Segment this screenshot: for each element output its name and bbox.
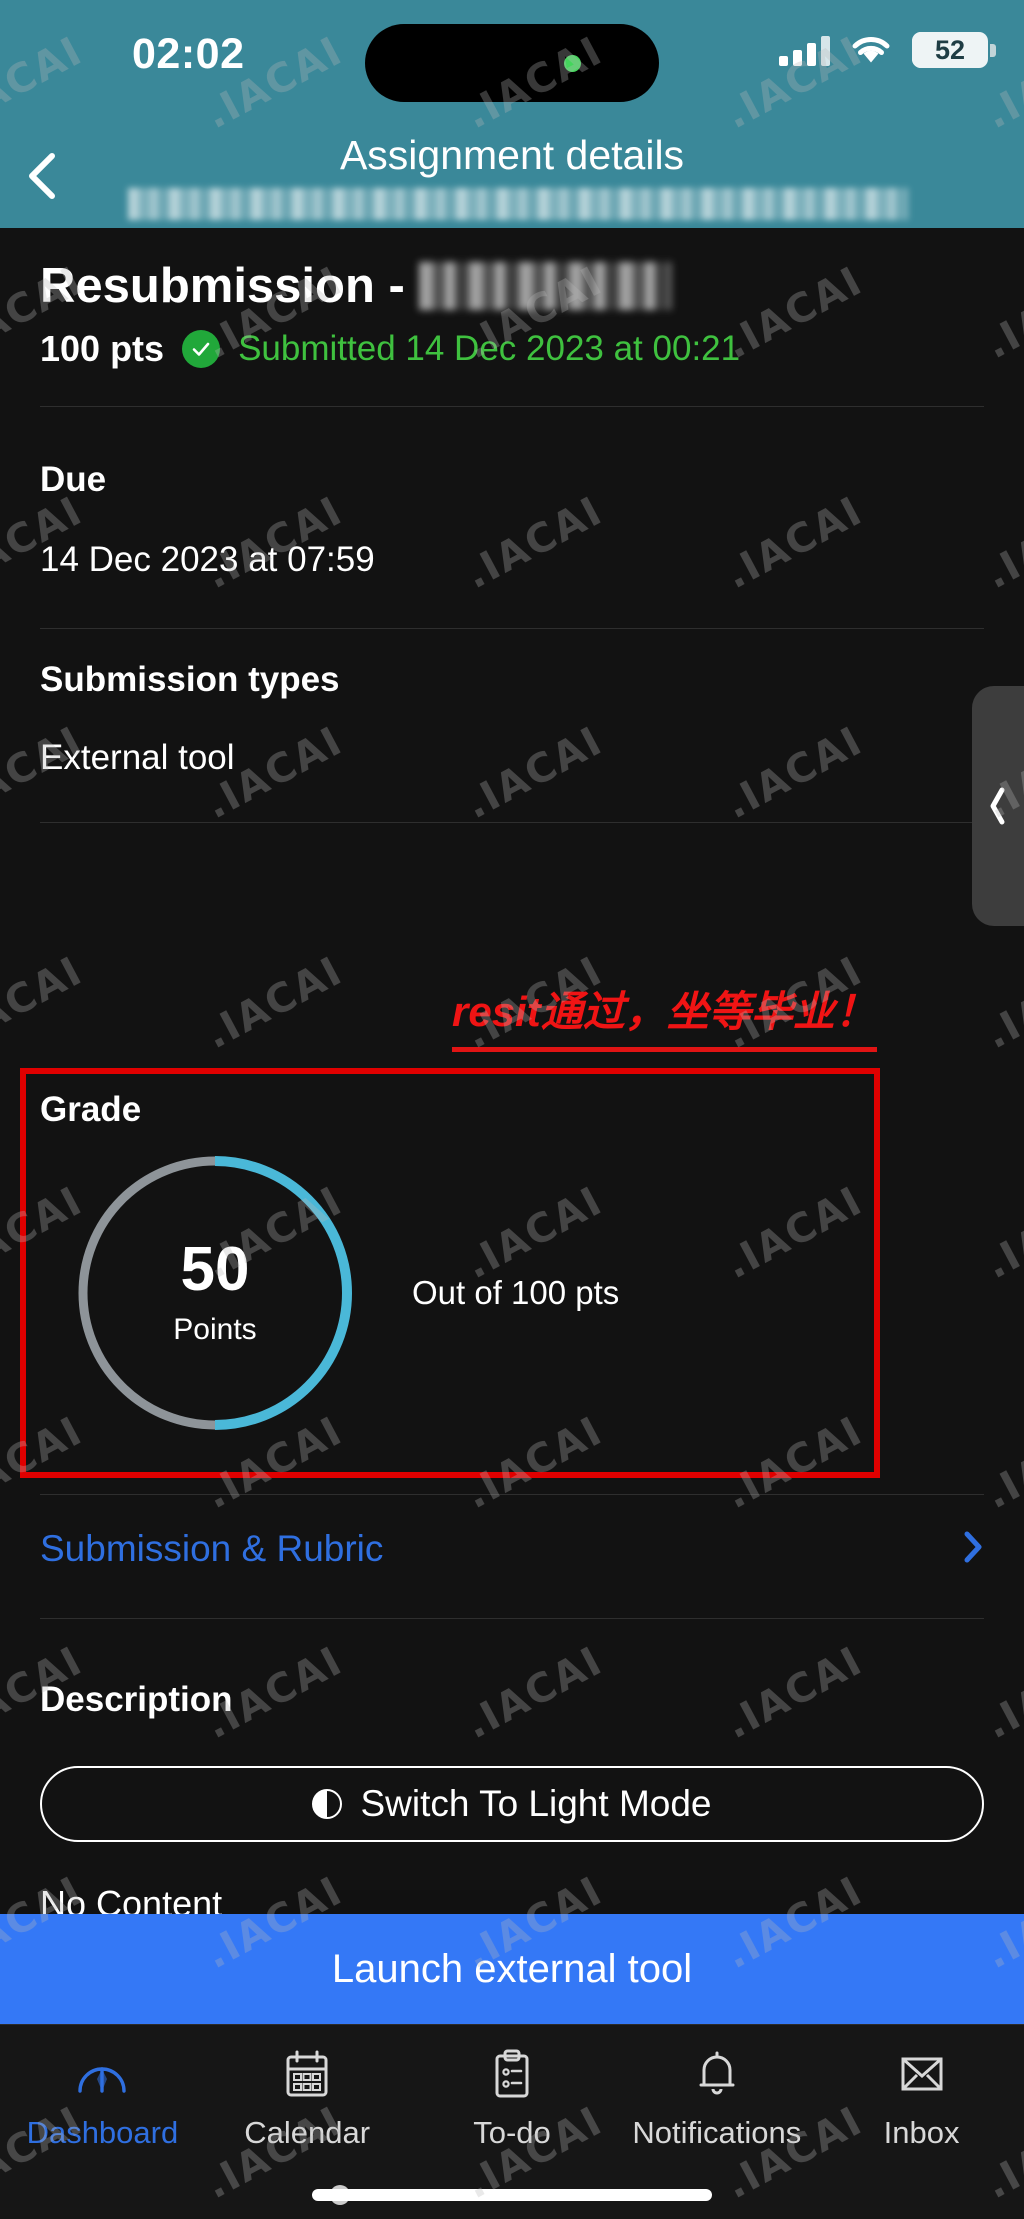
divider — [40, 822, 984, 823]
launch-external-tool-label: Launch external tool — [331, 1946, 693, 1991]
divider — [40, 1494, 984, 1495]
launch-external-tool-button[interactable]: Launch external tool — [0, 1914, 1024, 2024]
tab-inbox-label: Inbox — [883, 2115, 960, 2150]
tab-calendar[interactable]: Calendar — [205, 2045, 410, 2151]
cellular-bars-icon — [779, 34, 830, 66]
check-circle-icon — [182, 330, 221, 368]
divider — [40, 628, 984, 629]
status-bar-icons: 52 — [779, 32, 996, 68]
divider — [40, 1618, 984, 1619]
tab-dashboard[interactable]: Dashboard — [0, 2045, 205, 2151]
grade-label: Grade — [40, 1090, 142, 1129]
submission-rubric-row[interactable]: Submission & Rubric — [40, 1528, 984, 1570]
app-header: 02:02 52 Assignment details — [0, 0, 1024, 228]
tab-notifications[interactable]: Notifications — [614, 2045, 819, 2151]
status-bar: 02:02 52 — [0, 0, 1024, 102]
recording-indicator-dot — [564, 55, 581, 72]
submission-types-value: External tool — [40, 738, 235, 777]
home-indicator — [312, 2189, 712, 2201]
chevron-right-icon[interactable] — [962, 1529, 984, 1570]
grade-ring-chart: 50 Points — [70, 1148, 360, 1438]
submitted-status: Submitted 14 Dec 2023 at 00:21 — [238, 329, 741, 368]
due-value: 14 Dec 2023 at 07:59 — [40, 540, 375, 579]
assignment-meta-row: 100 pts Submitted 14 Dec 2023 at 00:21 — [40, 328, 740, 370]
assignment-title-redacted — [418, 262, 671, 310]
gauge-icon — [76, 2045, 128, 2103]
battery-percent: 52 — [934, 34, 966, 65]
submission-types-label: Submission types — [40, 660, 340, 699]
description-label: Description — [40, 1680, 233, 1719]
points-possible: 100 pts — [40, 328, 165, 369]
switch-to-light-mode-label: Switch To Light Mode — [360, 1783, 712, 1824]
clipboard-icon — [490, 2045, 534, 2103]
tab-todo[interactable]: To-do — [410, 2045, 615, 2151]
divider — [40, 406, 984, 407]
calendar-icon — [283, 2045, 331, 2103]
tab-inbox[interactable]: Inbox — [819, 2045, 1024, 2151]
grade-unit: Points — [173, 1313, 257, 1346]
submission-rubric-label[interactable]: Submission & Rubric — [40, 1528, 383, 1570]
battery-icon: 52 — [912, 32, 996, 68]
assignment-title: Resubmission - — [40, 258, 671, 314]
page-title: Assignment details — [339, 132, 685, 178]
switch-to-light-mode-button[interactable]: Switch To Light Mode — [40, 1766, 984, 1842]
status-bar-clock: 02:02 — [132, 30, 245, 78]
red-annotation-text: resit通过，坐等毕业！ — [452, 978, 877, 1052]
grade-out-of: Out of 100 pts — [412, 1274, 620, 1311]
bell-icon — [694, 2045, 740, 2103]
envelope-icon — [898, 2045, 946, 2103]
phone-screen: 02:02 52 Assignment details Resubmission… — [0, 0, 1024, 2219]
grade-score: 50 — [180, 1235, 250, 1304]
edge-drawer-handle[interactable] — [972, 686, 1024, 926]
tab-todo-label: To-do — [473, 2115, 551, 2150]
dynamic-island — [365, 24, 659, 102]
half-circle-contrast-icon — [312, 1789, 343, 1819]
assignment-title-text: Resubmission - — [40, 259, 405, 313]
bottom-tab-bar: Dashboard Calendar To-do Notifications I… — [0, 2024, 1024, 2219]
wifi-icon — [850, 34, 892, 66]
grade-display: 50 Points Out of 100 pts — [70, 1148, 619, 1438]
tab-notifications-label: Notifications — [632, 2115, 802, 2150]
assignment-detail-content: Resubmission - 100 pts Submitted 14 Dec … — [0, 228, 1024, 1924]
tab-calendar-label: Calendar — [244, 2115, 371, 2150]
due-label: Due — [40, 460, 107, 499]
course-name-redacted — [128, 188, 908, 220]
tab-dashboard-label: Dashboard — [26, 2115, 179, 2150]
